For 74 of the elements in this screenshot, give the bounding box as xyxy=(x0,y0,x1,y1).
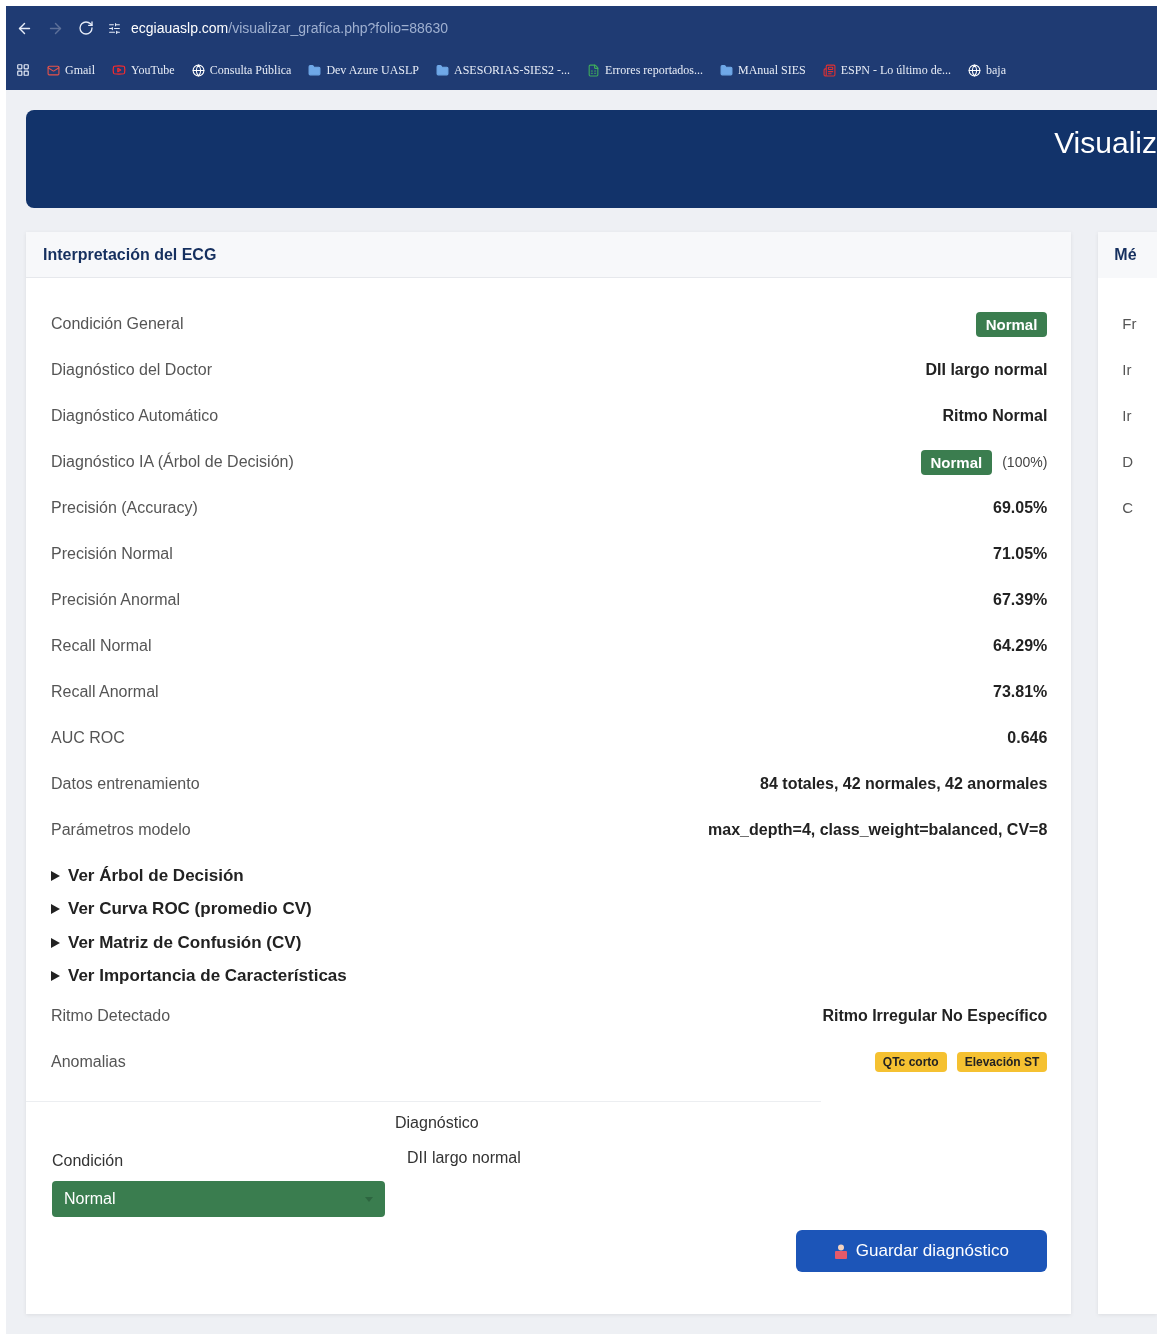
bookmark[interactable]: Gmail xyxy=(47,62,95,78)
row-label: Condición General xyxy=(51,315,184,333)
row-value: Ritmo Normal xyxy=(942,407,1048,425)
diagnosis-label: Diagnóstico xyxy=(395,1114,480,1132)
bookmark[interactable]: ASESORIAS-SIES2 -... xyxy=(436,62,571,78)
card-title: Mé xyxy=(1114,246,1137,264)
row-value: max_depth=4, class_weight=balanced, CV=8 xyxy=(708,821,1048,839)
row-label: Recall Anormal xyxy=(51,683,159,701)
row-label: D xyxy=(1122,451,1135,472)
row-label: Ir xyxy=(1122,359,1133,380)
bookmark[interactable]: Dev Azure UASLP xyxy=(308,62,420,78)
row-label: Precisión Normal xyxy=(51,545,173,563)
row-label: Diagnóstico del Doctor xyxy=(51,361,212,379)
anomaly-tag: QTc corto xyxy=(874,1052,947,1072)
folder-icon xyxy=(436,63,450,77)
row-label: Anomalias xyxy=(51,1053,126,1071)
row-value: 64.29% xyxy=(993,637,1048,655)
caret-right-icon xyxy=(51,971,60,982)
bookmark[interactable]: YouTube xyxy=(112,62,175,78)
diagnosis-textarea[interactable]: DII largo normal xyxy=(395,1141,1048,1205)
row-label: C xyxy=(1122,497,1135,518)
row-value: 73.81% xyxy=(993,683,1048,701)
row-label: Fr xyxy=(1122,313,1138,334)
row-value: Ritmo Irregular No Específico xyxy=(822,1007,1048,1025)
bookmark[interactable]: baja xyxy=(968,62,1007,78)
reload-icon[interactable] xyxy=(78,20,94,36)
news-icon xyxy=(822,63,836,77)
caret-right-icon xyxy=(51,870,60,881)
folder-icon xyxy=(720,63,733,77)
page-title: Visualiz xyxy=(1054,126,1157,161)
caret-right-icon xyxy=(51,904,60,915)
collapsible-section[interactable]: Ver Curva ROC (promedio CV) xyxy=(51,892,1048,926)
row-label: Ir xyxy=(1122,405,1133,426)
save-button[interactable]: Guardar diagnóstico xyxy=(796,1230,1048,1272)
row-label: Precisión (Accuracy) xyxy=(51,499,198,517)
bookmark[interactable]: ESPN - Lo último de... xyxy=(822,62,952,78)
row-label: Datos entrenamiento xyxy=(51,775,200,793)
row-value: DII largo normal xyxy=(925,361,1048,379)
mail-icon xyxy=(47,63,60,77)
apps-icon[interactable] xyxy=(16,63,30,77)
bookmark[interactable]: Consulta Pública xyxy=(191,62,292,78)
confidence-text: (100%) xyxy=(1002,454,1048,470)
globe-icon xyxy=(191,63,205,77)
condition-label: Condición xyxy=(52,1152,125,1170)
site-settings-icon[interactable] xyxy=(108,21,121,35)
condition-select[interactable]: Normal xyxy=(52,1181,385,1217)
row-label: Ritmo Detectado xyxy=(51,1007,171,1025)
collapsible-section[interactable]: Ver Árbol de Decisión xyxy=(51,859,1048,893)
address-bar-url[interactable]: ecgiauaslp.com/visualizar_grafica.php?folio=88630 xyxy=(131,20,449,36)
caret-right-icon xyxy=(51,937,60,948)
collapsible-section[interactable]: Ver Importancia de Características xyxy=(51,959,1048,993)
row-label: Diagnóstico IA (Árbol de Decisión) xyxy=(51,453,294,471)
globe-icon xyxy=(968,63,982,77)
row-label: Precisión Anormal xyxy=(51,591,180,609)
spreadsheet-icon xyxy=(587,63,601,77)
status-badge: Normal xyxy=(920,449,993,475)
bookmark[interactable]: MAnual SIES xyxy=(720,62,806,78)
row-label: Parámetros modelo xyxy=(51,821,191,839)
person-icon xyxy=(834,1243,847,1259)
row-value: 84 totales, 42 normales, 42 anormales xyxy=(760,775,1048,793)
anomaly-tag: Elevación ST xyxy=(956,1052,1048,1072)
row-label: Recall Normal xyxy=(51,637,152,655)
row-label: AUC ROC xyxy=(51,729,125,747)
row-value: 0.646 xyxy=(1007,729,1048,747)
status-badge: Normal xyxy=(975,311,1048,337)
collapsible-section[interactable]: Ver Matriz de Confusión (CV) xyxy=(51,926,1048,960)
row-label: Diagnóstico Automático xyxy=(51,407,219,425)
row-value: 67.39% xyxy=(993,591,1048,609)
folder-icon xyxy=(308,63,322,77)
row-value: 71.05% xyxy=(993,545,1048,563)
row-value: 69.05% xyxy=(993,499,1048,517)
bookmark[interactable]: Errores reportados... xyxy=(587,62,703,78)
card-title: Interpretación del ECG xyxy=(43,245,217,264)
video-icon xyxy=(112,63,126,77)
